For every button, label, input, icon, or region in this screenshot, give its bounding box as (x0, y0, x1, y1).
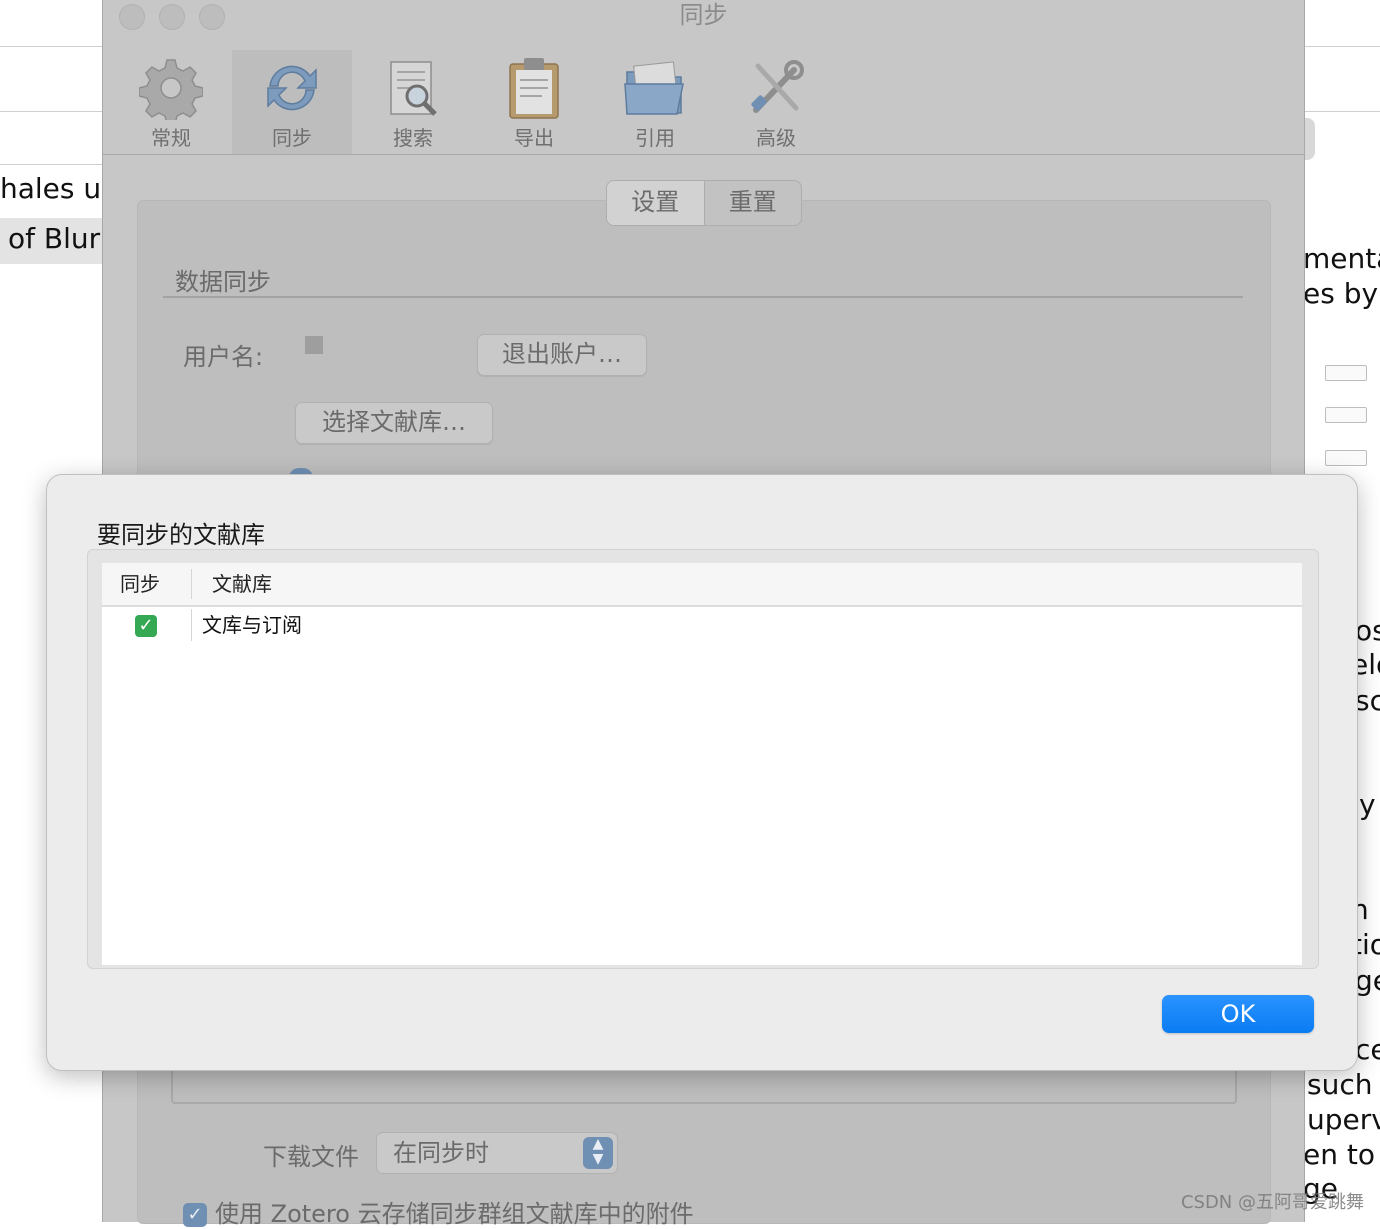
tab-advanced[interactable]: 高级 (716, 50, 836, 154)
background-field (1325, 450, 1367, 466)
column-header-library[interactable]: 文献库 (212, 563, 272, 605)
table-header: 同步 文献库 (102, 563, 1302, 607)
tab-export[interactable]: 导出 (474, 50, 594, 154)
title-bar: 同步 (103, 0, 1304, 34)
group-attachments-checkbox-row[interactable]: ✓ 使用 Zotero 云存储同步群组文献库中的附件 (183, 1194, 694, 1229)
search-document-icon (390, 61, 437, 116)
tools-icon (751, 60, 804, 113)
background-text: ge (1355, 964, 1380, 997)
section-title: 数据同步 (175, 268, 271, 296)
background-text: such (1307, 1068, 1373, 1101)
background-text: ce (1355, 1033, 1380, 1066)
logout-button[interactable]: 退出账户… (477, 334, 647, 376)
divider (1303, 46, 1380, 47)
tab-label: 引用 (635, 126, 675, 150)
library-name-cell[interactable]: 文库与订阅 (202, 605, 302, 645)
checkbox-label: 使用 Zotero 云存储同步群组文献库中的附件 (215, 1200, 694, 1228)
background-text: menta (1303, 242, 1380, 275)
libraries-to-sync-dialog: 要同步的文献库 同步 文献库 ✓ 文库与订阅 OK (46, 474, 1358, 1071)
background-text: hales us (0, 172, 102, 205)
background-text: os (1355, 614, 1380, 647)
tab-cite[interactable]: 引用 (595, 50, 715, 154)
gear-icon (139, 59, 203, 120)
download-files-select[interactable]: 在同步时 ▲ ▼ (376, 1132, 618, 1174)
column-divider (191, 569, 192, 599)
folder-icon (624, 61, 684, 115)
watermark-text: CSDN @五阿哥爱跳舞 (1180, 1192, 1364, 1213)
section-divider (163, 296, 1243, 298)
tab-sync[interactable]: 同步 (232, 50, 352, 154)
tab-label: 导出 (514, 126, 554, 150)
tab-label: 常规 (151, 126, 191, 150)
column-divider (191, 609, 192, 641)
tab-general[interactable]: 常规 (111, 50, 231, 154)
divider (1303, 111, 1380, 112)
background-text: y (1359, 788, 1376, 821)
sync-checkbox-checked-icon[interactable]: ✓ (135, 615, 157, 637)
library-table: 同步 文献库 ✓ 文库与订阅 (102, 563, 1302, 965)
divider (0, 111, 102, 112)
tab-settings[interactable]: 设置 (607, 181, 705, 225)
tab-label: 同步 (272, 126, 312, 150)
tab-label: 高级 (756, 126, 796, 150)
chevron-up-down-icon: ▲ ▼ (583, 1137, 613, 1169)
background-text: sca (1355, 684, 1380, 717)
tab-label: 搜索 (393, 126, 433, 150)
divider (0, 46, 102, 47)
clipboard-icon (509, 58, 559, 119)
column-header-sync[interactable]: 同步 (120, 563, 160, 605)
background-text: of Blur (8, 222, 101, 255)
sync-icon (267, 65, 317, 111)
tab-reset[interactable]: 重置 (705, 181, 802, 225)
ok-button[interactable]: OK (1162, 995, 1314, 1033)
segmented-control: 设置 重置 (606, 180, 802, 226)
checkbox-checked-icon[interactable]: ✓ (183, 1203, 207, 1227)
background-field (1325, 365, 1367, 381)
background-text: es by E (1303, 277, 1380, 310)
background-text: uperv (1307, 1103, 1380, 1136)
select-value: 在同步时 (393, 1139, 489, 1167)
background-field (1325, 407, 1367, 423)
tab-search[interactable]: 搜索 (353, 50, 473, 154)
background-text: en to b (1303, 1138, 1380, 1171)
choose-library-button[interactable]: 选择文献库… (295, 402, 493, 444)
download-files-label: 下载文件 (263, 1143, 359, 1171)
divider (0, 164, 102, 165)
username-label: 用户名: (183, 343, 264, 371)
dialog-title: 要同步的文献库 (97, 521, 265, 549)
preferences-toolbar: 常规 同步 搜索 导出 引用 高级 (103, 34, 1304, 155)
username-value (305, 336, 323, 354)
window-title: 同步 (679, 1, 728, 29)
